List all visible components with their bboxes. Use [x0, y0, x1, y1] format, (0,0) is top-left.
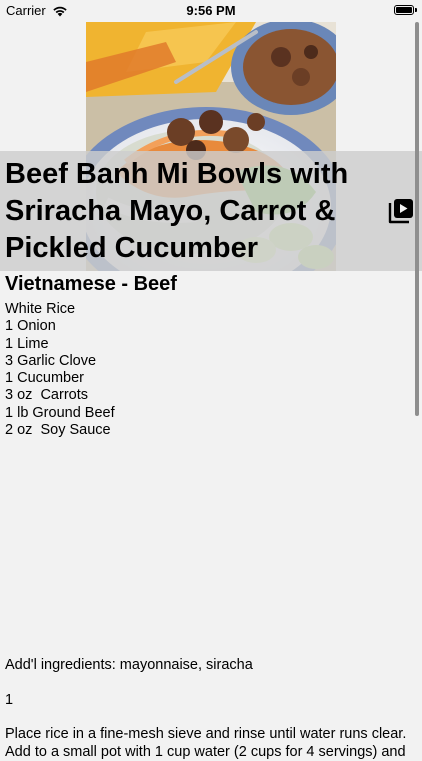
- instructions-line: Place rice in a fine-mesh sieve and rins…: [5, 726, 407, 742]
- additional-ingredients: Add'l ingredients: mayonnaise, siracha: [5, 657, 253, 673]
- ingredient-item: 1 Cucumber: [5, 370, 84, 387]
- ingredient-item: 1 Onion: [5, 318, 56, 335]
- instructions-text: Place rice in a fine-mesh sieve and rins…: [5, 725, 417, 761]
- step-number: 1: [5, 692, 14, 708]
- video-button[interactable]: [387, 197, 415, 225]
- ingredient-list: White Rice 1 Onion 1 Lime 3 Garlic Clove…: [5, 301, 115, 439]
- video-library-icon: [388, 199, 413, 224]
- ingredient-item: 2 oz Soy Sauce: [5, 422, 111, 439]
- scrollbar[interactable]: [415, 22, 419, 416]
- status-time: 9:56 PM: [186, 3, 236, 18]
- ingredient-item: 1 lb Ground Beef: [5, 404, 115, 421]
- ingredient-item: 3 oz Carrots: [5, 387, 88, 404]
- ingredient-item: 3 Garlic Clove: [5, 352, 97, 369]
- ingredient-item: White Rice: [5, 301, 76, 317]
- status-bar: Carrier 9:56 PM: [0, 0, 422, 22]
- ingredient-item: 1 Lime: [5, 335, 49, 352]
- recipe-title: Beef Banh Mi Bowls with Sriracha Mayo, C…: [5, 158, 349, 264]
- recipe-category: Vietnamese - Beef: [5, 273, 177, 295]
- battery-icon: [394, 5, 417, 15]
- instructions-line: Add to a small pot with 1 cup water (2 c…: [5, 744, 406, 760]
